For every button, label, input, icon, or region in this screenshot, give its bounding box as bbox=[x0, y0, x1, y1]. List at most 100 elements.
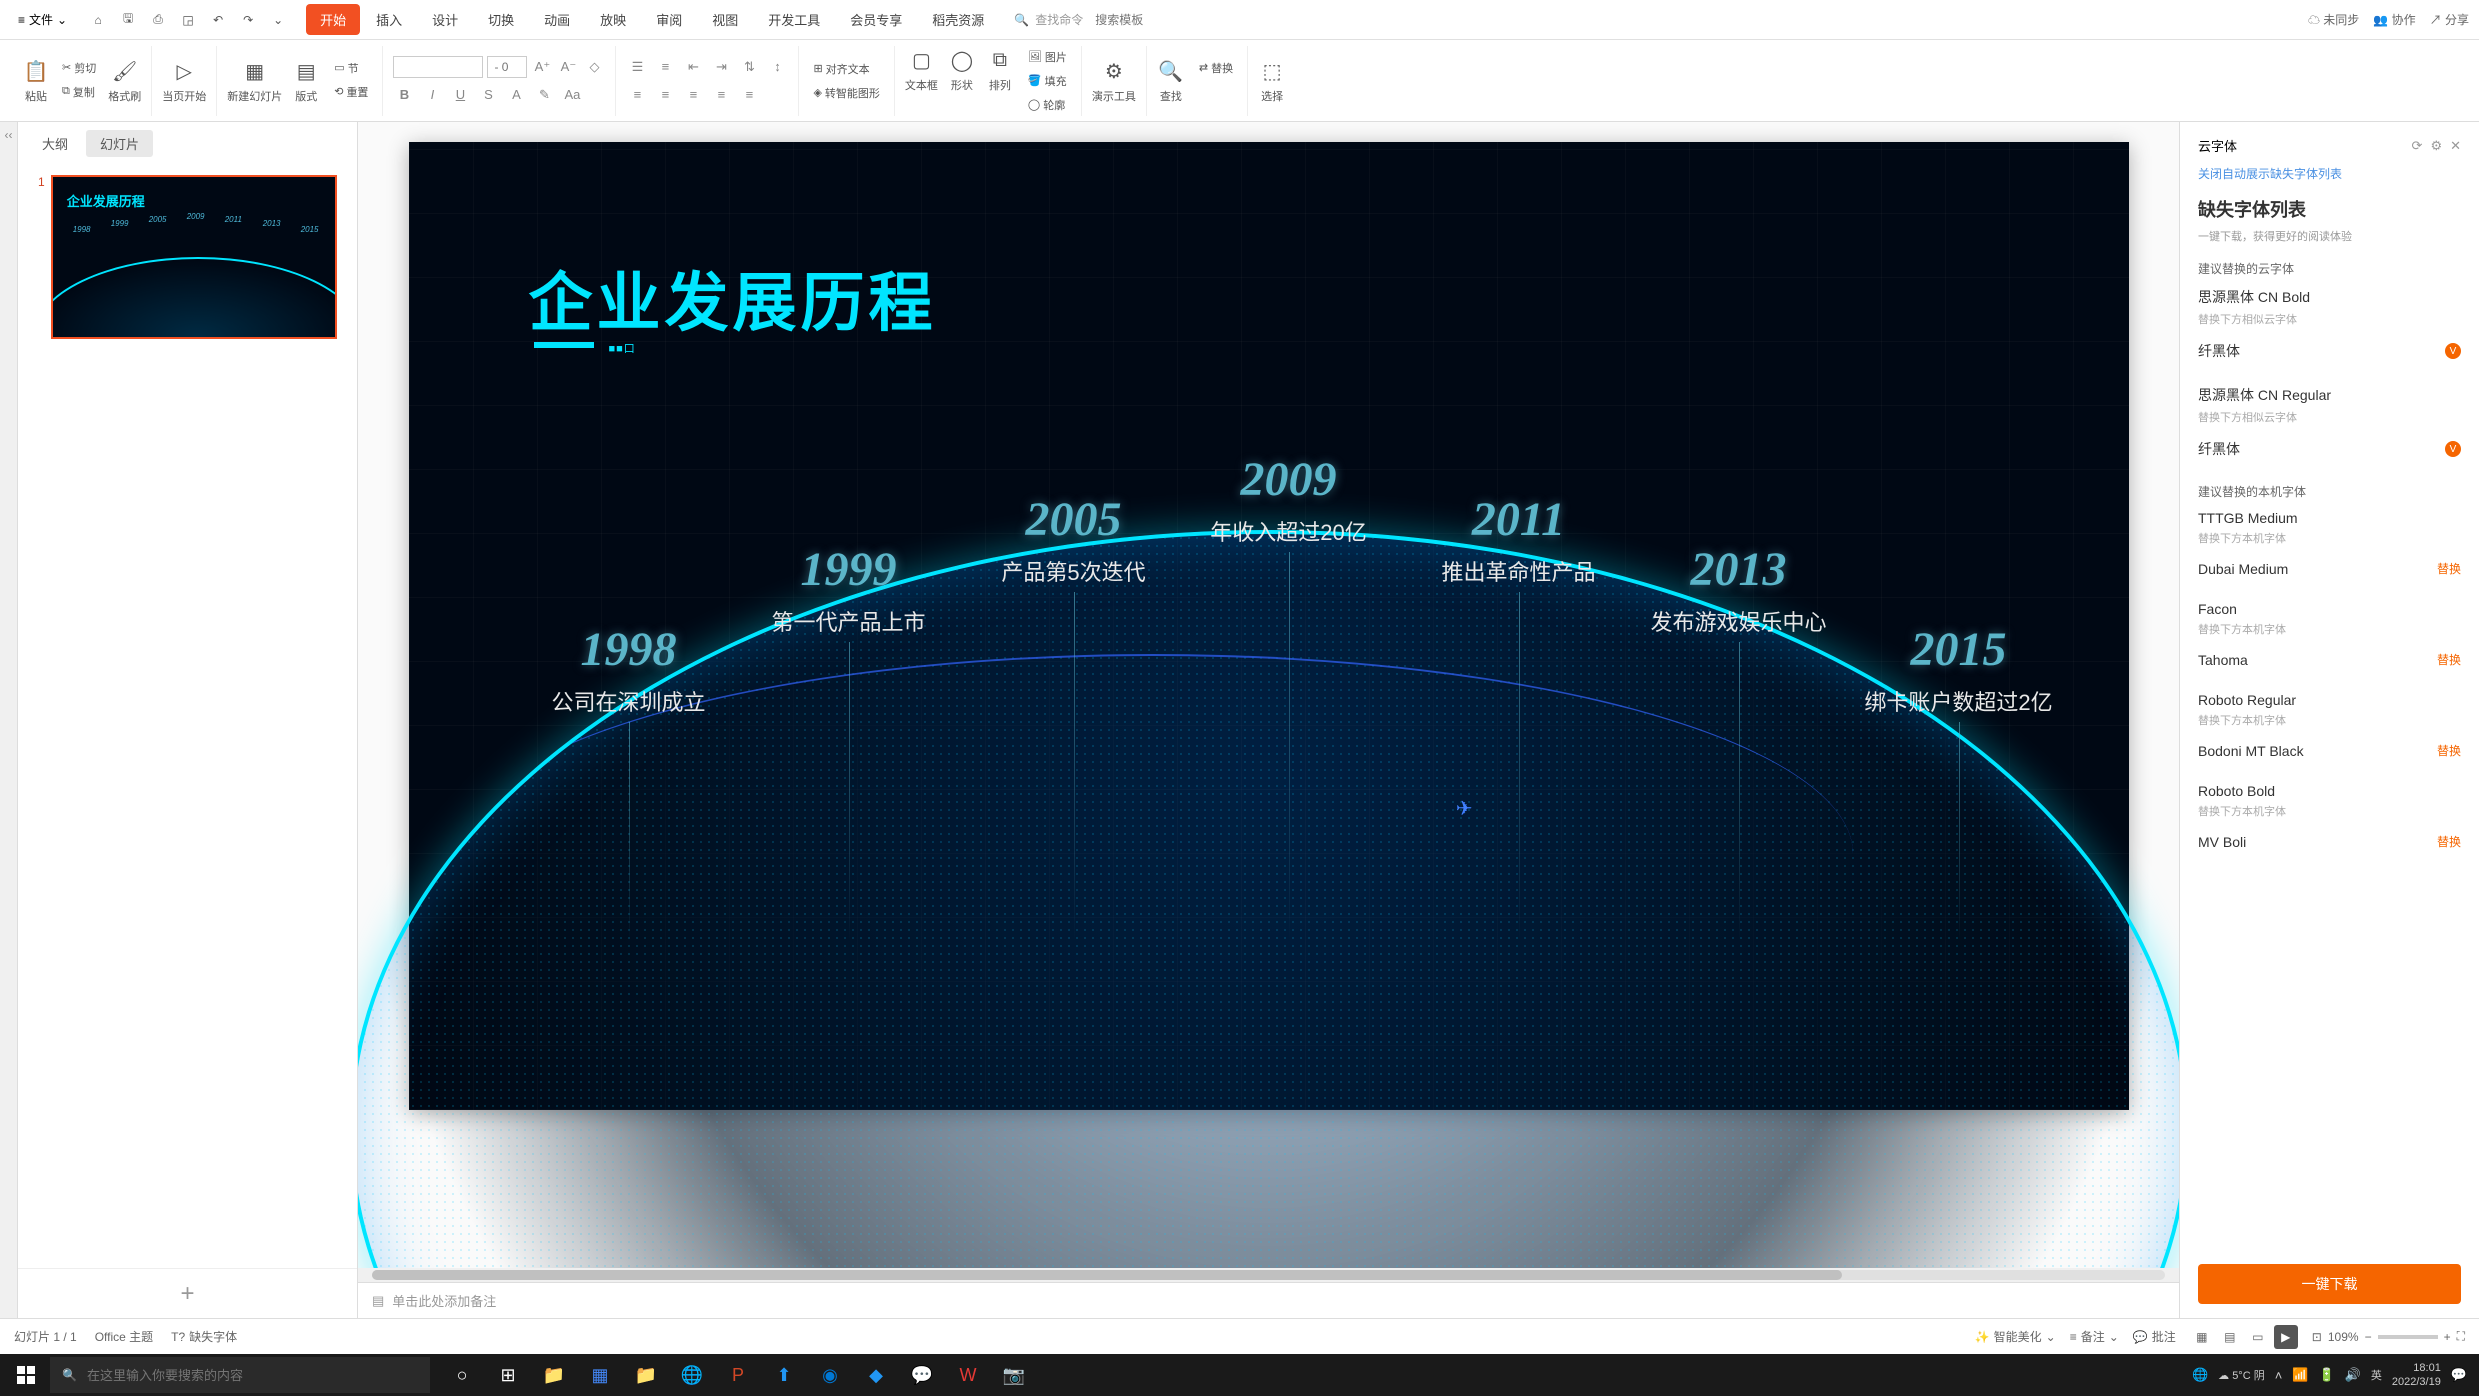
tab-review[interactable]: 审阅 bbox=[642, 4, 696, 35]
canvas-scroll[interactable]: 企业发展历程 ■■口 ✈ 1998公司在深圳成立1999第一代产品上市2005产… bbox=[358, 122, 2179, 1268]
edge-icon[interactable]: ◉ bbox=[808, 1354, 852, 1396]
tab-resources[interactable]: 稻壳资源 bbox=[918, 4, 998, 35]
tab-slideshow[interactable]: 放映 bbox=[586, 4, 640, 35]
wps-icon[interactable]: W bbox=[946, 1354, 990, 1396]
comments-toggle[interactable]: 💬批注 bbox=[2133, 1328, 2176, 1345]
app-icon-4[interactable]: ◆ bbox=[854, 1354, 898, 1396]
shapes-button[interactable]: ◯形状 bbox=[948, 47, 976, 115]
zoom-reset-icon[interactable]: ⊡ bbox=[2312, 1330, 2322, 1344]
change-case-button[interactable]: Aa bbox=[561, 84, 583, 106]
layout-button[interactable]: ▤ 版式 bbox=[292, 58, 320, 104]
battery-tray-icon[interactable]: 🔋 bbox=[2319, 1367, 2335, 1383]
clock[interactable]: 18:01 2022/3/19 bbox=[2392, 1361, 2441, 1390]
notes-bar[interactable]: ▤ 单击此处添加备注 bbox=[358, 1282, 2179, 1318]
reading-view-button[interactable]: ▭ bbox=[2246, 1325, 2270, 1349]
zoom-in-button[interactable]: + bbox=[2444, 1330, 2451, 1344]
text-direction-button[interactable]: ↕ bbox=[766, 56, 788, 78]
close-icon[interactable]: ✕ bbox=[2450, 138, 2461, 154]
highlight-button[interactable]: ✎ bbox=[533, 84, 555, 106]
globe-tray-icon[interactable]: 🌐 bbox=[2192, 1367, 2208, 1383]
align-right-button[interactable]: ≡ bbox=[682, 84, 704, 106]
align-left-button[interactable]: ≡ bbox=[626, 84, 648, 106]
sorter-view-button[interactable]: ▤ bbox=[2218, 1325, 2242, 1349]
slides-tab[interactable]: 幻灯片 bbox=[86, 130, 153, 157]
explorer-icon[interactable]: 📁 bbox=[624, 1354, 668, 1396]
paste-button[interactable]: 📋 粘贴 bbox=[22, 58, 50, 104]
slideshow-view-button[interactable]: ▶ bbox=[2274, 1325, 2298, 1349]
indent-dec-button[interactable]: ⇤ bbox=[682, 56, 704, 78]
replace-link[interactable]: 替换 bbox=[2437, 833, 2461, 850]
tab-view[interactable]: 视图 bbox=[698, 4, 752, 35]
collapse-sidebar-button[interactable]: ‹‹ bbox=[0, 122, 18, 1318]
italic-button[interactable]: I bbox=[421, 84, 443, 106]
wechat-icon[interactable]: 💬 bbox=[900, 1354, 944, 1396]
qat-dropdown-icon[interactable]: ⌄ bbox=[267, 9, 289, 31]
replace-link[interactable]: 替换 bbox=[2437, 651, 2461, 668]
bullets-button[interactable]: ☰ bbox=[626, 56, 648, 78]
font-size-input[interactable] bbox=[487, 56, 527, 78]
normal-view-button[interactable]: ▦ bbox=[2190, 1325, 2214, 1349]
undo-icon[interactable]: ↶ bbox=[207, 9, 229, 31]
tab-devtools[interactable]: 开发工具 bbox=[754, 4, 834, 35]
format-painter-button[interactable]: 🖌 格式刷 bbox=[108, 58, 141, 104]
replace-link[interactable]: 替换 bbox=[2437, 742, 2461, 759]
file-menu[interactable]: ≡ 文件 ⌄ bbox=[10, 7, 75, 32]
missing-font-button[interactable]: T?缺失字体 bbox=[171, 1328, 237, 1345]
tab-transition[interactable]: 切换 bbox=[474, 4, 528, 35]
slide-thumbnail[interactable]: 企业发展历程 1998 1999 2005 2009 2011 2013 201… bbox=[51, 175, 337, 339]
powerpoint-icon[interactable]: P bbox=[716, 1354, 760, 1396]
underline-button[interactable]: U bbox=[449, 84, 471, 106]
app-icon-5[interactable]: 📷 bbox=[992, 1354, 1036, 1396]
clear-format-icon[interactable]: ◇ bbox=[583, 56, 605, 78]
zoom-slider[interactable] bbox=[2378, 1335, 2438, 1339]
line-spacing-button[interactable]: ⇅ bbox=[738, 56, 760, 78]
tab-member[interactable]: 会员专享 bbox=[836, 4, 916, 35]
scroll-thumb[interactable] bbox=[372, 1270, 1842, 1280]
bold-button[interactable]: B bbox=[393, 84, 415, 106]
volume-tray-icon[interactable]: 🔊 bbox=[2345, 1367, 2361, 1383]
tab-animation[interactable]: 动画 bbox=[530, 4, 584, 35]
align-center-button[interactable]: ≡ bbox=[654, 84, 676, 106]
horizontal-scrollbar[interactable] bbox=[358, 1268, 2179, 1282]
replace-link[interactable]: 替换 bbox=[2437, 560, 2461, 577]
outline-tab[interactable]: 大纲 bbox=[28, 130, 82, 157]
cut-button[interactable]: ✂剪切 bbox=[58, 58, 100, 78]
notifications-icon[interactable]: 💬 bbox=[2451, 1367, 2467, 1383]
replace-button[interactable]: ⇄替换 bbox=[1195, 58, 1237, 78]
network-tray-icon[interactable]: 📶 bbox=[2292, 1367, 2308, 1383]
outline-button[interactable]: ◯轮廓 bbox=[1024, 95, 1071, 115]
picture-button[interactable]: 🖼图片 bbox=[1024, 47, 1071, 67]
slide-canvas[interactable]: 企业发展历程 ■■口 ✈ 1998公司在深圳成立1999第一代产品上市2005产… bbox=[409, 142, 2129, 1110]
fill-button[interactable]: 🪣填充 bbox=[1024, 71, 1071, 91]
chrome-icon[interactable]: 🌐 bbox=[670, 1354, 714, 1396]
download-all-button[interactable]: 一键下载 bbox=[2198, 1264, 2461, 1304]
tab-start[interactable]: 开始 bbox=[306, 4, 360, 35]
distribute-button[interactable]: ≡ bbox=[738, 84, 760, 106]
align-text-button[interactable]: ⊞对齐文本 bbox=[809, 59, 883, 79]
app-icon-2[interactable]: ▦ bbox=[578, 1354, 622, 1396]
notes-toggle[interactable]: ≡备注⌄ bbox=[2070, 1328, 2119, 1345]
reset-button[interactable]: ⟲重置 bbox=[330, 82, 372, 102]
taskbar-search-input[interactable] bbox=[87, 1368, 418, 1383]
increase-font-icon[interactable]: A⁺ bbox=[531, 56, 553, 78]
sync-status[interactable]: ☁ 未同步 bbox=[2308, 11, 2359, 28]
from-current-button[interactable]: ▷ 当页开始 bbox=[162, 58, 206, 104]
start-button[interactable] bbox=[4, 1354, 48, 1396]
home-icon[interactable]: ⌂ bbox=[87, 9, 109, 31]
section-button[interactable]: ▭节 bbox=[330, 58, 372, 78]
preview-icon[interactable]: ◲ bbox=[177, 9, 199, 31]
beautify-button[interactable]: ✨智能美化⌄ bbox=[1975, 1328, 2056, 1345]
arrange-button[interactable]: ⧉排列 bbox=[986, 47, 1014, 115]
numbering-button[interactable]: ≡ bbox=[654, 56, 676, 78]
ime-indicator[interactable]: 英 bbox=[2371, 1367, 2382, 1383]
smart-shape-button[interactable]: ◈转智能图形 bbox=[809, 83, 883, 103]
weather-widget[interactable]: ☁ 5°C 阴 bbox=[2218, 1367, 2265, 1383]
add-slide-button[interactable]: + bbox=[18, 1268, 357, 1318]
font-name-input[interactable] bbox=[393, 56, 483, 78]
save-icon[interactable]: 🖫 bbox=[117, 9, 139, 31]
chevron-up-icon[interactable]: ˄ bbox=[2275, 1368, 2283, 1383]
collab-button[interactable]: 👥 协作 bbox=[2373, 11, 2415, 28]
template-search-input[interactable] bbox=[1095, 13, 1175, 27]
presentation-tools-button[interactable]: ⚙演示工具 bbox=[1092, 58, 1136, 104]
template-search[interactable] bbox=[1095, 13, 1175, 27]
